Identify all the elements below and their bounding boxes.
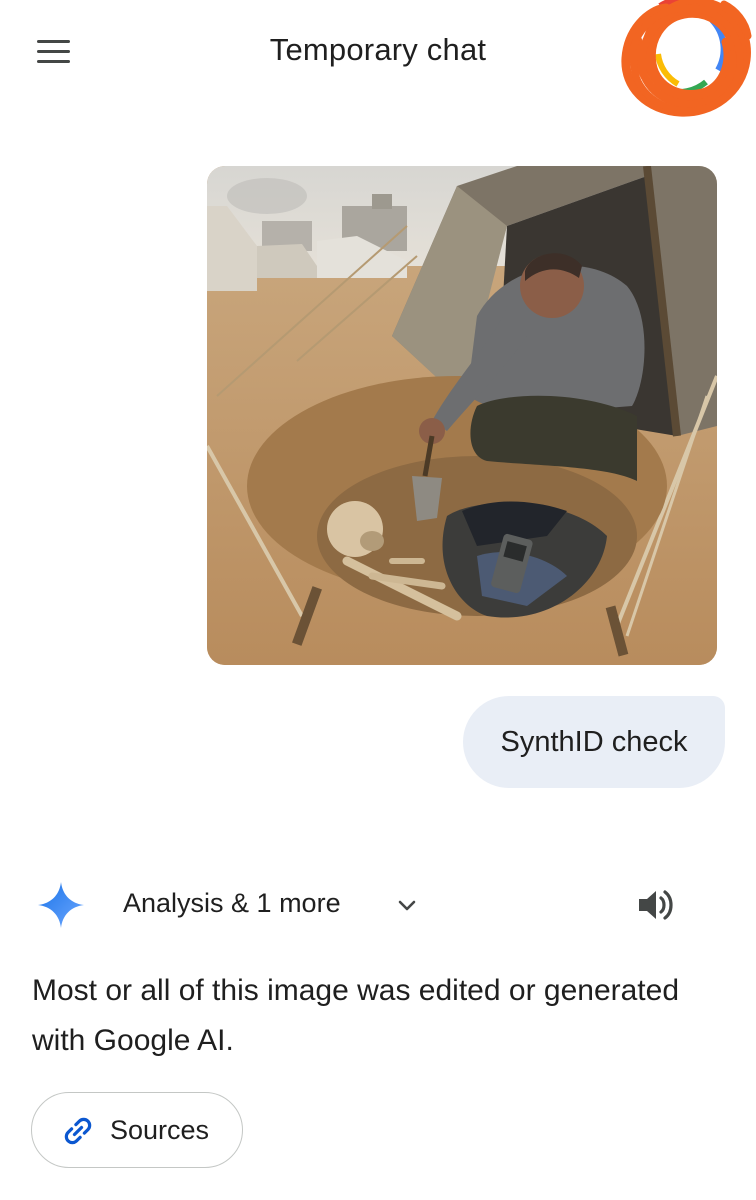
top-app-bar: Temporary chat [0,0,756,117]
sources-label: Sources [110,1115,210,1145]
link-icon [64,1117,92,1145]
sources-button[interactable]: Sources [31,1092,243,1168]
response-header: Analysis & 1 more [0,870,756,940]
chevron-down-icon[interactable] [394,893,420,919]
user-message-bubble[interactable]: SynthID check [463,696,725,788]
photo-illustration [207,166,717,665]
gemini-spark-icon [38,882,84,928]
uploaded-image[interactable] [207,166,717,665]
scribbled-avatar-icon [621,0,752,117]
tools-used-label[interactable]: Analysis & 1 more [123,888,341,919]
account-avatar[interactable] [608,0,756,122]
speaker-icon[interactable] [636,886,676,924]
response-text: Most or all of this image was edited or … [32,974,680,1057]
